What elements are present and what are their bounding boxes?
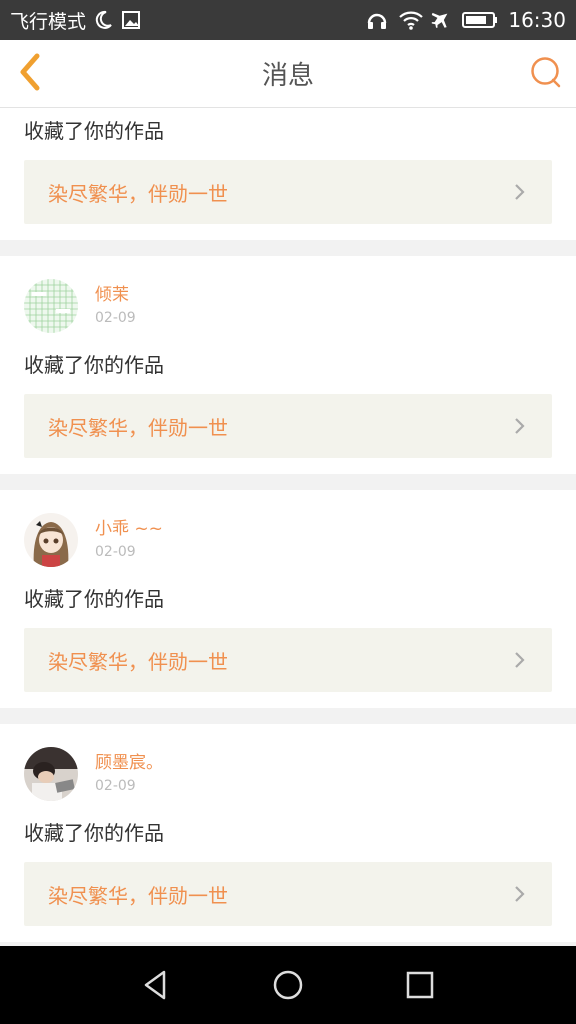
- work-title: 染尽繁华，伴勋一世: [48, 415, 228, 440]
- message-card: 倾茉 02-09 收藏了你的作品 染尽繁华，伴勋一世: [0, 256, 576, 474]
- chevron-right-icon: [512, 182, 528, 202]
- timestamp: 02-09: [95, 310, 136, 326]
- message-list[interactable]: 收藏了你的作品 染尽繁华，伴勋一世 倾茉 02-09 收藏了你的作品 染尽繁华，…: [0, 108, 576, 946]
- image-icon: [120, 9, 142, 31]
- wifi-icon: [398, 9, 424, 31]
- chevron-right-icon: [512, 416, 528, 436]
- message-card: 顾墨宸。 02-09 收藏了你的作品 染尽繁华，伴勋一世: [0, 724, 576, 942]
- avatar[interactable]: [24, 513, 78, 567]
- page-title: 消息: [261, 61, 314, 91]
- action-text: 收藏了你的作品: [24, 353, 164, 377]
- timestamp: 02-09: [95, 544, 136, 560]
- user-row[interactable]: 小乖 ~~ 02-09: [24, 512, 552, 568]
- back-button[interactable]: [0, 40, 60, 108]
- username[interactable]: 小乖 ~~: [95, 517, 163, 541]
- work-title: 染尽繁华，伴勋一世: [48, 181, 228, 206]
- clock: 16:30: [508, 8, 566, 32]
- chevron-left-icon: [15, 52, 45, 96]
- timestamp: 02-09: [95, 778, 136, 794]
- work-link[interactable]: 染尽繁华，伴勋一世: [24, 160, 552, 224]
- user-row[interactable]: 顾墨宸。 02-09: [24, 746, 552, 802]
- avatar[interactable]: [24, 279, 78, 333]
- headphones-icon: [366, 9, 388, 31]
- action-text: 收藏了你的作品: [24, 587, 164, 611]
- username[interactable]: 顾墨宸。: [95, 751, 163, 775]
- battery-icon: [462, 9, 498, 31]
- user-row[interactable]: 倾茉 02-09: [24, 278, 552, 334]
- search-button[interactable]: [516, 40, 576, 108]
- system-nav-bar: [0, 946, 576, 1024]
- work-title: 染尽繁华，伴勋一世: [48, 649, 228, 674]
- work-link[interactable]: 染尽繁华，伴勋一世: [24, 394, 552, 458]
- message-card: 收藏了你的作品 染尽繁华，伴勋一世: [0, 108, 576, 240]
- message-card: 小乖 ~~ 02-09 收藏了你的作品 染尽繁华，伴勋一世: [0, 490, 576, 708]
- header: 消息: [0, 40, 576, 108]
- moon-icon: [92, 9, 114, 31]
- search-icon: [529, 55, 563, 93]
- back-triangle-icon[interactable]: [138, 967, 174, 1003]
- work-title: 染尽繁华，伴勋一世: [48, 883, 228, 908]
- work-link[interactable]: 染尽繁华，伴勋一世: [24, 862, 552, 926]
- action-text: 收藏了你的作品: [24, 119, 164, 143]
- chevron-right-icon: [512, 650, 528, 670]
- action-text: 收藏了你的作品: [24, 821, 164, 845]
- work-link[interactable]: 染尽繁华，伴勋一世: [24, 628, 552, 692]
- airplane-icon: [430, 9, 452, 31]
- chevron-right-icon: [512, 884, 528, 904]
- home-circle-icon[interactable]: [270, 967, 306, 1003]
- recents-square-icon[interactable]: [402, 967, 438, 1003]
- avatar[interactable]: [24, 747, 78, 801]
- username[interactable]: 倾茉: [95, 283, 136, 307]
- status-bar: 飞行模式 16:30: [0, 0, 576, 40]
- airplane-mode-label: 飞行模式: [10, 10, 87, 33]
